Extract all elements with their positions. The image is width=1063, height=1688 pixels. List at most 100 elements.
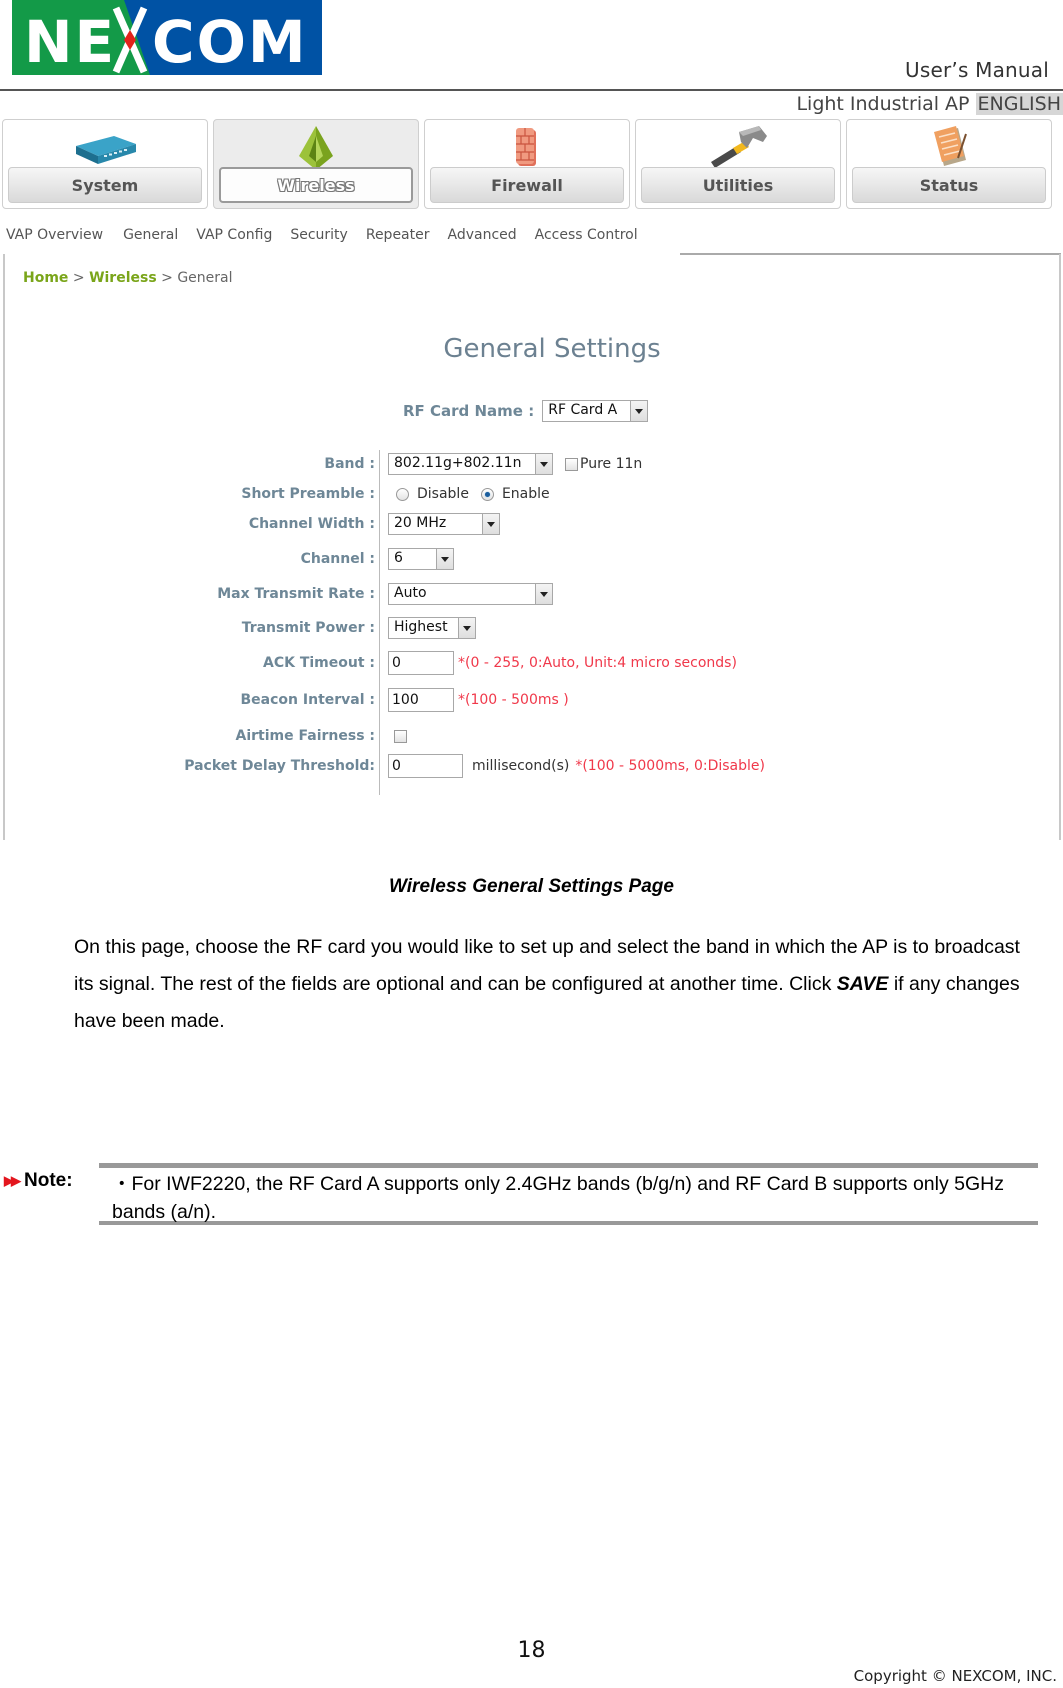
channel-row: Channel : 6 <box>5 545 1059 573</box>
rf-card-label: RF Card Name : <box>403 402 535 420</box>
packet-delay-hint: *(100 - 5000ms, 0:Disable) <box>575 758 765 774</box>
svg-text:COM: COM <box>152 8 308 75</box>
max-tx-rate-value: Auto <box>394 585 427 601</box>
channel-width-row: Channel Width : 20 MHz <box>5 510 1059 538</box>
nav-wireless[interactable]: Wireless <box>213 119 419 209</box>
save-keyword: SAVE <box>836 973 889 995</box>
hammer-icon <box>711 126 767 168</box>
channel-width-label: Channel Width : <box>248 516 375 532</box>
page-number: 18 <box>517 1638 546 1663</box>
max-tx-rate-label: Max Transmit Rate : <box>217 586 375 602</box>
preamble-enable-label: Enable <box>501 486 550 502</box>
tx-power-value: Highest <box>394 619 448 635</box>
tab-vap-config[interactable]: VAP Config <box>188 215 286 254</box>
tx-power-row: Transmit Power : Highest <box>5 614 1059 642</box>
chevron-down-icon <box>535 454 552 474</box>
breadcrumb-home[interactable]: Home <box>23 270 68 286</box>
pure-11n-checkbox[interactable] <box>565 457 578 471</box>
breadcrumb-current: General <box>177 270 233 286</box>
nav-wireless-label: Wireless <box>219 167 413 203</box>
packet-delay-unit: millisecond(s) <box>472 758 570 774</box>
rf-card-value: RF Card A <box>548 402 618 418</box>
tx-power-label: Transmit Power : <box>241 620 375 636</box>
pure-11n-label: Pure 11n <box>580 456 643 472</box>
tab-general[interactable]: General <box>113 215 192 255</box>
packet-delay-row: Packet Delay Threshold: 0 millisecond(s)… <box>5 752 1059 780</box>
copyright: Copyright © NEXCOM, INC. <box>853 1667 1057 1685</box>
airtime-fairness-checkbox[interactable] <box>394 729 407 743</box>
tab-access-control[interactable]: Access Control <box>527 215 660 254</box>
chevron-down-icon <box>436 549 453 569</box>
airtime-fairness-label: Airtime Fairness : <box>235 728 375 744</box>
nav-utilities-label: Utilities <box>641 167 835 203</box>
notepad-icon <box>934 126 967 166</box>
note-text: ・For IWF2220, the RF Card A supports onl… <box>112 1173 1004 1223</box>
doc-type-label: User’s Manual <box>905 58 1049 82</box>
figure-caption: Wireless General Settings Page <box>389 876 674 897</box>
nav-firewall[interactable]: Firewall <box>424 119 630 209</box>
ack-timeout-hint: *(0 - 255, 0:Auto, Unit:4 micro seconds) <box>458 655 737 671</box>
channel-select[interactable]: 6 <box>388 548 454 570</box>
beacon-interval-input[interactable]: 100 <box>388 688 454 712</box>
nav-firewall-label: Firewall <box>430 167 624 203</box>
preamble-enable-radio[interactable] <box>480 487 494 501</box>
pyramid-antenna-icon <box>299 126 333 170</box>
breadcrumb-wireless[interactable]: Wireless <box>89 270 157 286</box>
breadcrumb: Home > Wireless > General <box>23 270 233 286</box>
nexcom-logo: NE COM <box>12 0 322 75</box>
nav-system[interactable]: System <box>2 119 208 209</box>
nav-utilities[interactable]: Utilities <box>635 119 841 209</box>
packet-delay-input[interactable]: 0 <box>388 754 463 778</box>
double-arrow-icon: ▶▶ <box>4 1173 21 1188</box>
tab-security[interactable]: Security <box>282 215 362 254</box>
note-label: ▶▶ Note: <box>4 1170 73 1192</box>
header-rule <box>0 89 1063 91</box>
nav-system-label: System <box>8 167 202 203</box>
chevron-down-icon <box>482 514 499 534</box>
preamble-disable-label: Disable <box>417 486 469 502</box>
svg-text:NE: NE <box>24 8 116 75</box>
ack-timeout-row: ACK Timeout : 0 *(0 - 255, 0:Auto, Unit:… <box>5 649 1059 677</box>
breadcrumb-sep: > <box>68 270 90 286</box>
description-paragraph: On this page, choose the RF card you wou… <box>74 929 1044 1040</box>
channel-width-select[interactable]: 20 MHz <box>388 513 500 535</box>
tx-power-select[interactable]: Highest <box>388 617 476 639</box>
channel-value: 6 <box>394 550 403 566</box>
brick-wall-icon <box>516 128 536 166</box>
band-row: Band : 802.11g+802.11n Pure 11n <box>5 450 1059 478</box>
rf-card-select[interactable]: RF Card A <box>542 400 649 422</box>
product-label: Light Industrial AP ENGLISH <box>796 93 1063 115</box>
channel-label: Channel : <box>300 551 375 567</box>
band-value: 802.11g+802.11n <box>394 455 522 471</box>
tab-advanced[interactable]: Advanced <box>440 215 531 254</box>
packet-delay-label: Packet Delay Threshold: <box>184 758 375 774</box>
max-tx-rate-select[interactable]: Auto <box>388 583 553 605</box>
rf-card-row: RF Card Name : RF Card A <box>403 400 649 422</box>
beacon-interval-hint: *(100 - 500ms ) <box>458 692 569 708</box>
nav-status-label: Status <box>852 167 1046 203</box>
tab-vap-overview[interactable]: VAP Overview <box>2 215 117 254</box>
preamble-disable-radio[interactable] <box>396 487 409 501</box>
chevron-down-icon <box>630 401 648 421</box>
page-title: General Settings <box>443 334 661 364</box>
router-icon <box>76 136 136 164</box>
settings-panel: Home > Wireless > General General Settin… <box>3 254 1061 840</box>
airtime-fairness-row: Airtime Fairness : <box>5 722 1059 750</box>
ack-timeout-label: ACK Timeout : <box>262 655 375 671</box>
beacon-interval-label: Beacon Interval : <box>240 692 375 708</box>
chevron-down-icon <box>458 618 475 638</box>
breadcrumb-sep: > <box>156 270 178 286</box>
tab-repeater[interactable]: Repeater <box>358 215 444 254</box>
chevron-down-icon <box>535 584 552 604</box>
wireless-subtabs: VAP Overview General VAP Config Security… <box>2 215 656 255</box>
note-label-text: Note: <box>24 1170 73 1191</box>
beacon-interval-row: Beacon Interval : 100 *(100 - 500ms ) <box>5 686 1059 714</box>
short-preamble-row: Short Preamble : Disable Enable <box>5 480 1059 508</box>
ack-timeout-input[interactable]: 0 <box>388 651 454 675</box>
nav-status[interactable]: Status <box>846 119 1052 209</box>
language-label: ENGLISH <box>975 93 1063 115</box>
max-tx-rate-row: Max Transmit Rate : Auto <box>5 580 1059 608</box>
channel-width-value: 20 MHz <box>394 515 447 531</box>
short-preamble-label: Short Preamble : <box>241 486 375 502</box>
band-select[interactable]: 802.11g+802.11n <box>388 453 553 475</box>
